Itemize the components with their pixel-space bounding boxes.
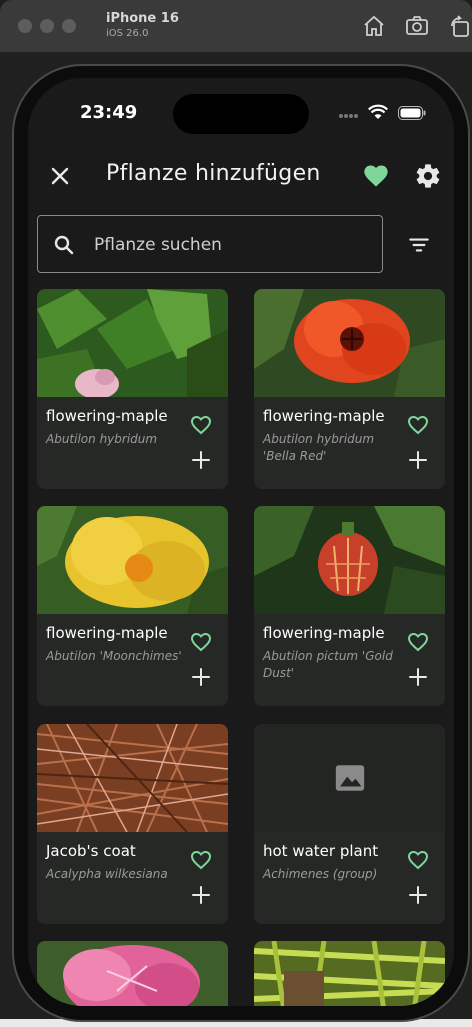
status-icons	[338, 104, 426, 124]
add-icon[interactable]	[190, 449, 212, 471]
plant-card-partial[interactable]	[254, 941, 445, 1006]
plant-card-partial[interactable]	[37, 941, 228, 1006]
simulator-device-name: iPhone 16	[106, 11, 179, 26]
window-minimize-button[interactable]	[40, 19, 54, 33]
plant-card[interactable]: flowering-maple Abutilon hybridum	[37, 289, 228, 489]
window-close-button[interactable]	[18, 19, 32, 33]
heart-outline-icon[interactable]	[406, 630, 430, 654]
plant-common-name: Jacob's coat	[46, 842, 136, 860]
plant-card[interactable]: Jacob's coat Acalypha wilkesiana	[37, 724, 228, 924]
heart-outline-icon[interactable]	[189, 630, 213, 654]
image-placeholder-icon	[333, 761, 367, 795]
plant-card[interactable]: flowering-maple Abutilon hybridum 'Bella…	[254, 289, 445, 489]
heart-outline-icon[interactable]	[189, 848, 213, 872]
plant-scientific-name: Abutilon 'Moonchimes'	[46, 649, 182, 663]
plant-image	[254, 506, 445, 614]
app-header: Pflanze hinzufügen	[28, 156, 454, 196]
plant-image	[254, 289, 445, 397]
plant-image	[37, 289, 228, 397]
wifi-icon	[368, 104, 388, 124]
gear-icon[interactable]	[414, 162, 442, 190]
status-time: 23:49	[80, 102, 138, 123]
device-screen: 23:49 Pflanze hinzufügen Pflanze suchen …	[28, 78, 454, 1006]
favorites-heart-icon[interactable]	[362, 162, 390, 190]
plant-image	[37, 724, 228, 832]
search-input[interactable]	[92, 230, 376, 260]
plant-common-name: flowering-maple	[46, 624, 168, 642]
home-icon[interactable]	[362, 14, 386, 38]
plant-common-name: flowering-maple	[46, 407, 168, 425]
add-icon[interactable]	[190, 884, 212, 906]
plant-image	[37, 506, 228, 614]
rotate-icon[interactable]	[448, 14, 472, 38]
plant-scientific-name: Abutilon pictum 'Gold Dust'	[263, 649, 393, 680]
cellular-icon	[338, 105, 358, 124]
plant-common-name: hot water plant	[263, 842, 379, 860]
plant-image-placeholder	[254, 724, 445, 832]
search-field[interactable]	[37, 215, 383, 273]
search-icon	[52, 233, 76, 257]
plant-common-name: flowering-maple	[263, 624, 385, 642]
dynamic-island	[173, 94, 309, 134]
plant-scientific-name: Abutilon hybridum	[46, 432, 158, 446]
add-icon[interactable]	[407, 884, 429, 906]
filter-icon[interactable]	[406, 232, 432, 258]
simulator-os-version: iOS 26.0	[106, 28, 149, 39]
plant-common-name: flowering-maple	[263, 407, 385, 425]
plant-card[interactable]: hot water plant Achimenes (group)	[254, 724, 445, 924]
battery-icon	[398, 105, 426, 124]
add-icon[interactable]	[407, 666, 429, 688]
heart-outline-icon[interactable]	[406, 848, 430, 872]
heart-outline-icon[interactable]	[406, 413, 430, 437]
plant-scientific-name: Achimenes (group)	[263, 867, 378, 881]
plant-card[interactable]: flowering-maple Abutilon 'Moonchimes'	[37, 506, 228, 706]
plant-image	[37, 941, 228, 1006]
screenshot-icon[interactable]	[405, 14, 429, 38]
page-title: Pflanze hinzufügen	[106, 161, 321, 186]
plant-scientific-name: Abutilon hybridum 'Bella Red'	[263, 432, 375, 463]
plant-card[interactable]: flowering-maple Abutilon pictum 'Gold Du…	[254, 506, 445, 706]
add-icon[interactable]	[407, 449, 429, 471]
close-icon[interactable]	[46, 162, 74, 190]
plant-image	[254, 941, 445, 1006]
simulator-toolbar: iPhone 16 iOS 26.0	[0, 0, 472, 53]
heart-outline-icon[interactable]	[189, 413, 213, 437]
window-zoom-button[interactable]	[62, 19, 76, 33]
plant-scientific-name: Acalypha wilkesiana	[46, 867, 168, 881]
add-icon[interactable]	[190, 666, 212, 688]
